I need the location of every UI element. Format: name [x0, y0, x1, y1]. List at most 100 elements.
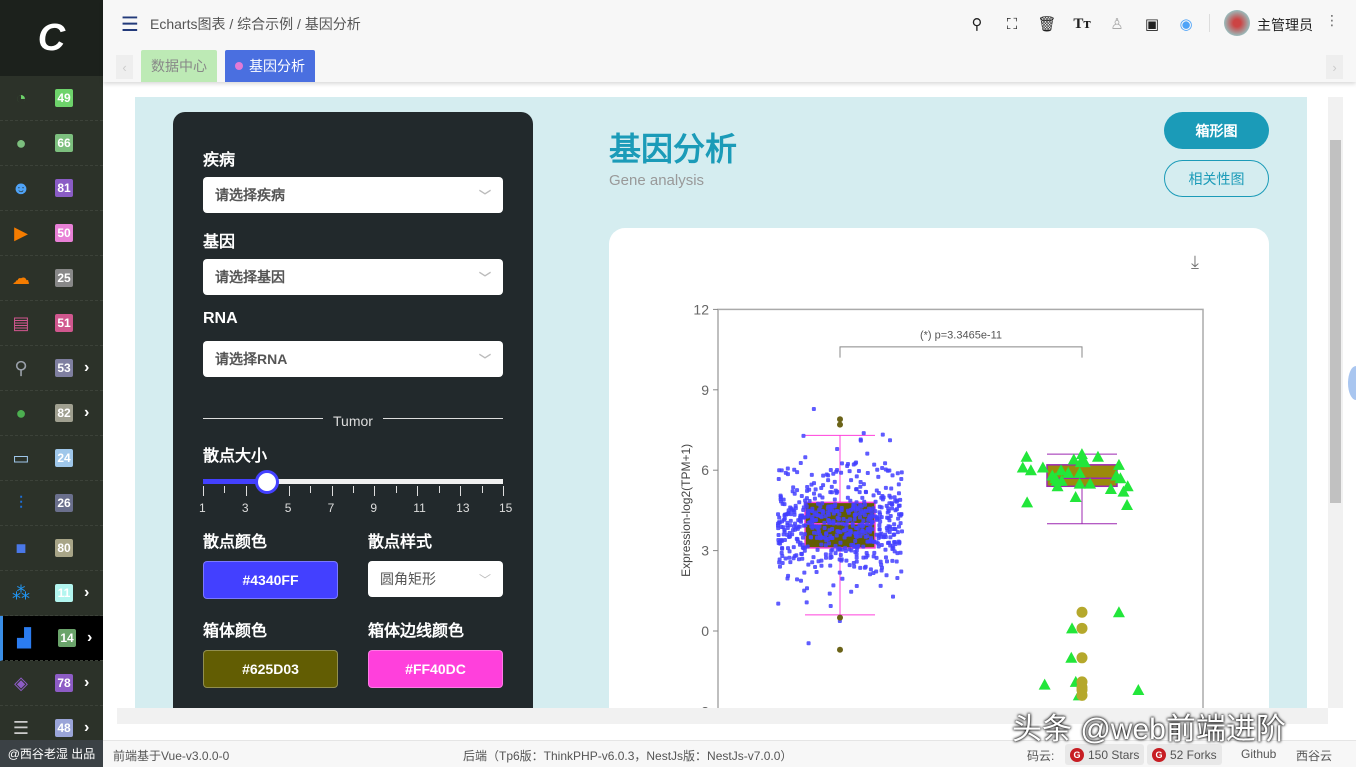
scatter-point — [826, 473, 831, 478]
avatar[interactable] — [1224, 10, 1250, 36]
scatter-point — [826, 512, 831, 517]
scatter-point — [809, 472, 814, 477]
disease-placeholder: 请选择疾病 — [215, 187, 285, 203]
xigu-link[interactable]: 西谷云 — [1296, 747, 1332, 764]
vertical-scrollbar[interactable] — [1328, 97, 1343, 708]
scatter-point — [831, 521, 836, 526]
sidebar-item-folder-upload[interactable]: ▭ 24 — [0, 436, 103, 481]
slider-tick — [481, 486, 483, 493]
scatter-point — [782, 502, 787, 507]
disease-select[interactable]: 请选择疾病 ﹀ — [203, 177, 503, 213]
page-subtitle: Gene analysis — [609, 172, 705, 189]
scatter-point — [813, 564, 818, 569]
sidebar-item-nodes[interactable]: ⁂ 11 › — [0, 571, 103, 616]
scatter-point — [777, 560, 782, 565]
scatter-point — [799, 551, 804, 556]
palette-icon[interactable]: ◉ — [1176, 14, 1196, 34]
scatter-point — [816, 529, 821, 534]
tab-gene-analysis[interactable]: 基因分析 — [225, 50, 315, 82]
scatter-point — [865, 471, 870, 476]
menu-toggle-icon[interactable]: ☰ — [121, 12, 139, 37]
scatter-point — [802, 570, 807, 575]
scatter-point — [846, 485, 851, 490]
sidebar-item-cloud-play[interactable]: ☁ 25 — [0, 256, 103, 301]
sidebar-item-wechat[interactable]: ● 82 › — [0, 391, 103, 436]
scatter-point — [862, 565, 867, 570]
font-size-icon[interactable]: Tт — [1072, 14, 1092, 34]
y-tick-label: 12 — [693, 301, 709, 317]
scatter-point — [829, 484, 834, 489]
sidebar-item-users[interactable]: ☻ 81 — [0, 166, 103, 211]
scatter-point — [844, 533, 849, 538]
significance-label: (*) p=3.3465e-11 — [920, 330, 1002, 342]
tabs-scroll-right[interactable]: › — [1326, 55, 1343, 79]
box-border-color-picker[interactable]: #FF40DC — [368, 650, 503, 688]
translate-icon[interactable]: ▣ — [1142, 14, 1162, 34]
color-value: #FF40DC — [405, 661, 466, 677]
trash-icon[interactable]: 🗑 — [1037, 14, 1057, 34]
tab-label: 基因分析 — [249, 58, 305, 74]
slider-handle[interactable] — [255, 470, 280, 494]
sidebar-item-settings-window[interactable]: ■ 80 — [0, 526, 103, 571]
user-name[interactable]: 主管理员 — [1257, 15, 1313, 35]
scatter-point — [812, 481, 817, 486]
boxplot-chart: 129630-3Expression-log2(TPM+1)(*) p=3.34… — [679, 301, 1204, 719]
scatter-point — [876, 544, 881, 549]
scatter-point — [776, 512, 781, 517]
search-icon[interactable]: ⚲ — [967, 14, 987, 34]
scatter-point — [891, 532, 896, 537]
broom-icon[interactable]: ♙ — [1107, 14, 1127, 34]
fullscreen-icon[interactable]: ⛶ — [1002, 14, 1022, 34]
scatter-point — [806, 641, 811, 646]
sidebar-item-dashboard[interactable]: ◔ 49 — [0, 76, 103, 121]
box-color-picker[interactable]: #625D03 — [203, 650, 338, 688]
scatter-point — [858, 534, 863, 539]
scatter-point — [823, 535, 828, 540]
forks-label: 52 Forks — [1170, 747, 1217, 762]
scatter-point — [847, 563, 852, 568]
slider-tick — [288, 486, 290, 496]
scatter-point — [798, 578, 803, 583]
sidebar-item-diamond[interactable]: ◈ 78 › — [0, 661, 103, 706]
y-tick-label: 0 — [701, 623, 709, 639]
scatter-point — [776, 476, 781, 481]
scatter-point — [892, 495, 897, 500]
github-link[interactable]: Github — [1241, 747, 1276, 761]
gene-select[interactable]: 请选择基因 ﹀ — [203, 259, 503, 295]
scatter-point — [825, 506, 830, 511]
sidebar-item-user[interactable]: ● 66 — [0, 121, 103, 166]
sidebar-item-bar-chart[interactable]: ▟ 14 › — [0, 616, 103, 661]
tabs-scroll-left[interactable]: ‹ — [116, 55, 133, 79]
scatter-point — [847, 532, 852, 537]
boxplot-button[interactable]: 箱形图 — [1164, 112, 1269, 149]
scatter-point — [871, 493, 876, 498]
side-handle[interactable] — [1348, 366, 1356, 400]
scatter-point — [797, 500, 802, 505]
correlation-button[interactable]: 相关性图 — [1164, 160, 1269, 197]
sidebar-item-tv[interactable]: ▶ 50 — [0, 211, 103, 256]
scatter-point — [849, 589, 854, 594]
scatter-color-picker[interactable]: #4340FF — [203, 561, 338, 599]
size-slider[interactable]: 1 3 5 7 9 11 13 15 — [199, 470, 512, 516]
scatter-point — [833, 551, 838, 556]
scatter-point — [1021, 496, 1034, 508]
chevron-right-icon: › — [84, 404, 90, 421]
sidebar-item-user-shield[interactable]: ⚲ 53 › — [0, 346, 103, 391]
scatter-point — [776, 521, 781, 526]
more-icon[interactable]: ⋮ — [1325, 12, 1339, 29]
scatter-style-select[interactable]: 圆角矩形 ﹀ — [368, 561, 503, 597]
sidebar-item-newspaper[interactable]: ▤ 51 — [0, 301, 103, 346]
sidebar-item-sliders[interactable]: ⫶ 26 — [0, 481, 103, 526]
rna-select[interactable]: 请选择RNA ﹀ — [203, 341, 503, 377]
nodes-icon: ⁂ — [12, 582, 30, 603]
tab-data-center[interactable]: 数据中心 — [141, 50, 217, 82]
scatter-point — [839, 505, 844, 510]
scatter-point — [1038, 678, 1051, 690]
scatter-point — [821, 483, 826, 488]
scatter-point — [802, 548, 807, 553]
scatter-point — [847, 547, 852, 552]
scatter-point — [777, 564, 782, 569]
scrollbar-thumb[interactable] — [1330, 140, 1341, 503]
scatter-point — [835, 447, 840, 452]
scatter-point — [828, 563, 833, 568]
